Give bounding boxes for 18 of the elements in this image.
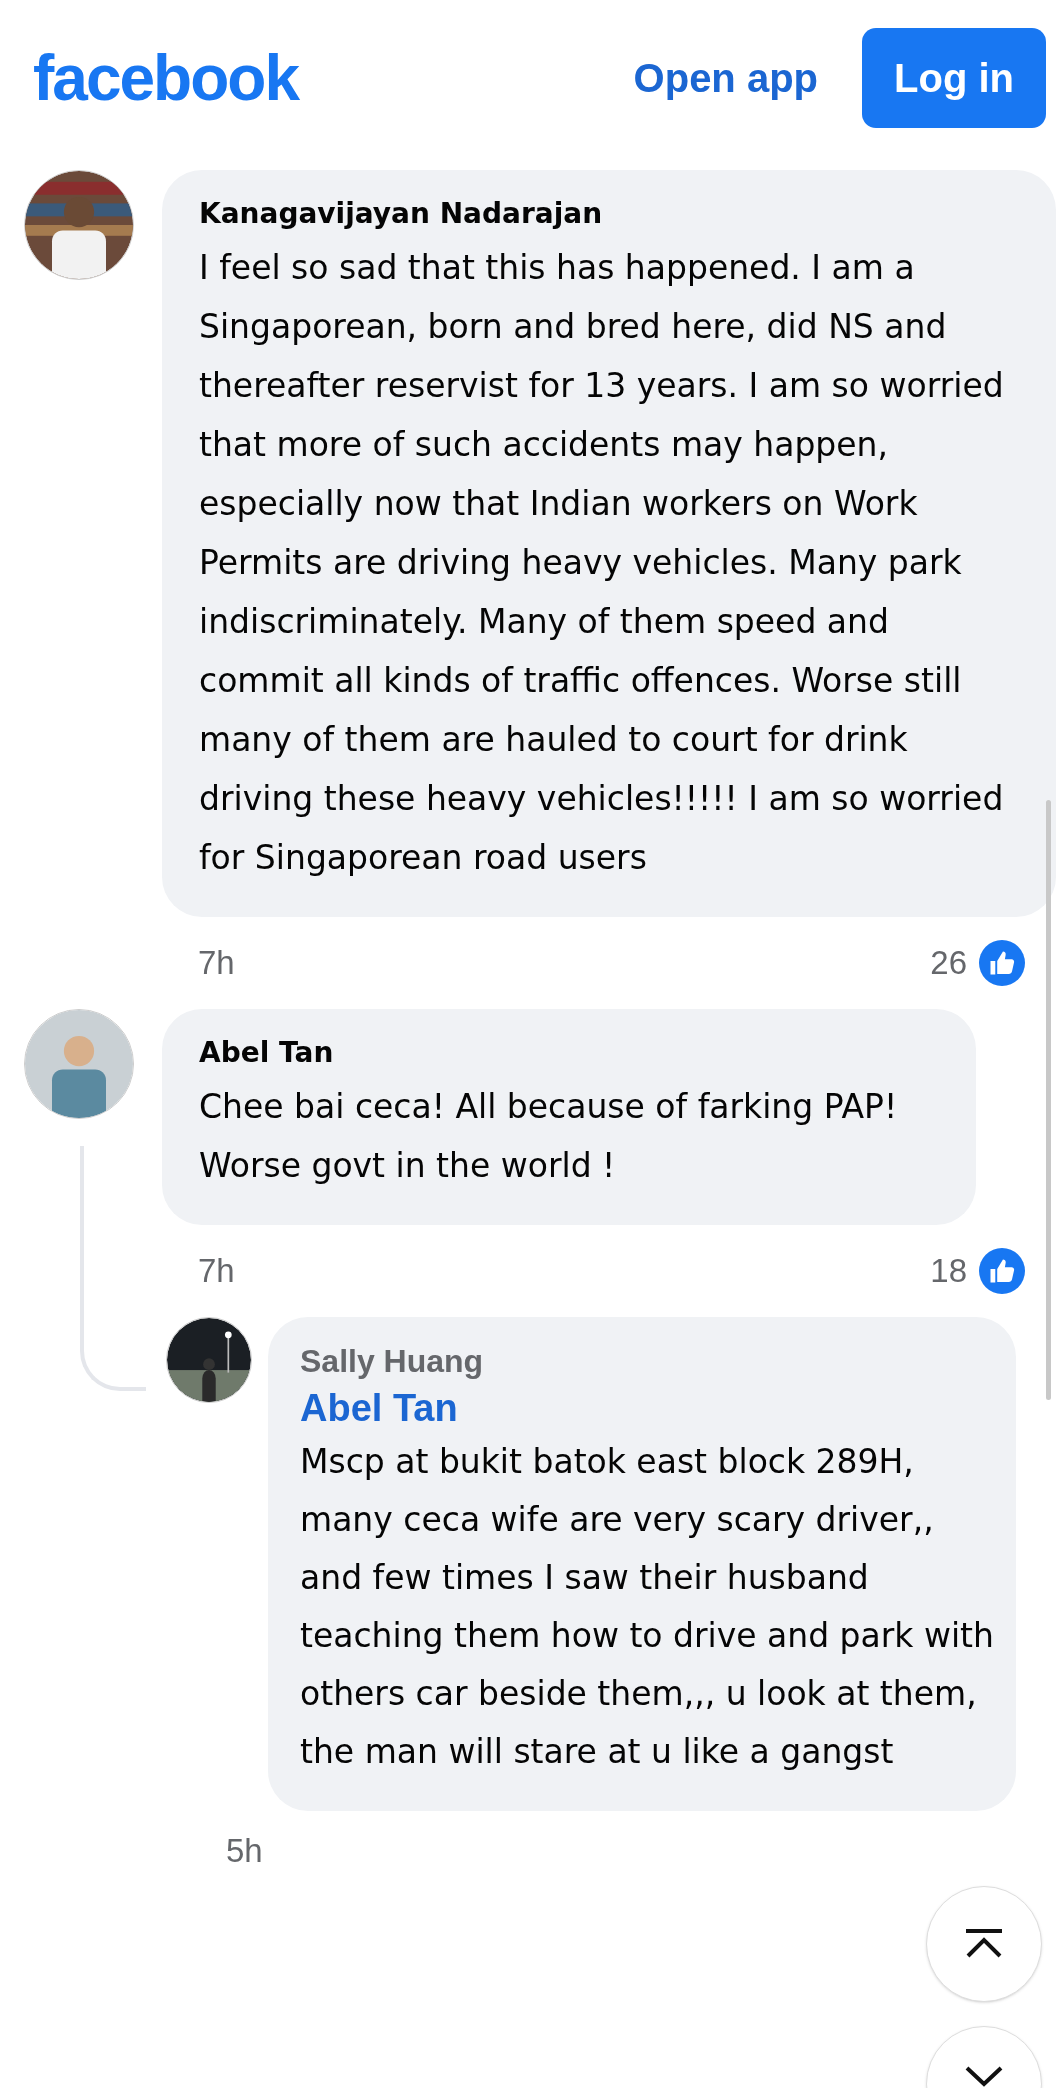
author-name[interactable]: Abel Tan xyxy=(199,1029,939,1077)
author-name[interactable]: Kanagavijayan Nadarajan xyxy=(199,190,1019,238)
timestamp: 7h xyxy=(198,943,235,984)
timestamp: 5h xyxy=(226,1831,263,1872)
chevron-down-icon xyxy=(964,2065,1004,2087)
logo[interactable]: facebook xyxy=(33,46,298,110)
comment-text: I feel so sad that this has happened. I am a Singaporean, born and bred here, did NS and thereafter reservist for 13 years. I am so worried that more of such accidents may happen, especially now that Indian workers on Work Permits are driving heavy vehicles. Many park indiscriminately. Many of them speed and commit all kinds of traffic offences. Worse still many of them are hauled to court for drink driving these heavy vehicles!!!!! I am so worried for Singaporean road users xyxy=(199,247,1005,879)
author-name[interactable]: Sally Huang xyxy=(300,1339,996,1383)
open-app-link[interactable]: Open app xyxy=(633,48,819,108)
like-count: 26 xyxy=(930,943,967,984)
timestamp: 7h xyxy=(198,1251,235,1292)
login-button[interactable]: Log in xyxy=(862,28,1046,128)
thumbs-up-icon xyxy=(979,1248,1025,1294)
comment-text: Mscp at bukit batok east block 289H, many ceca wife are very scary driver,, and few times I saw their husband teaching them how to drive and park with others car beside them,,, u look at them, the man will stare at u like a gangst xyxy=(300,1441,995,1773)
mention-link[interactable]: Abel Tan xyxy=(300,1383,996,1433)
thumbs-up-icon xyxy=(979,940,1025,986)
comment-text: Chee bai ceca! All because of farking PAP! Worse govt in the world ! xyxy=(199,1086,899,1187)
like-count: 18 xyxy=(930,1251,967,1292)
